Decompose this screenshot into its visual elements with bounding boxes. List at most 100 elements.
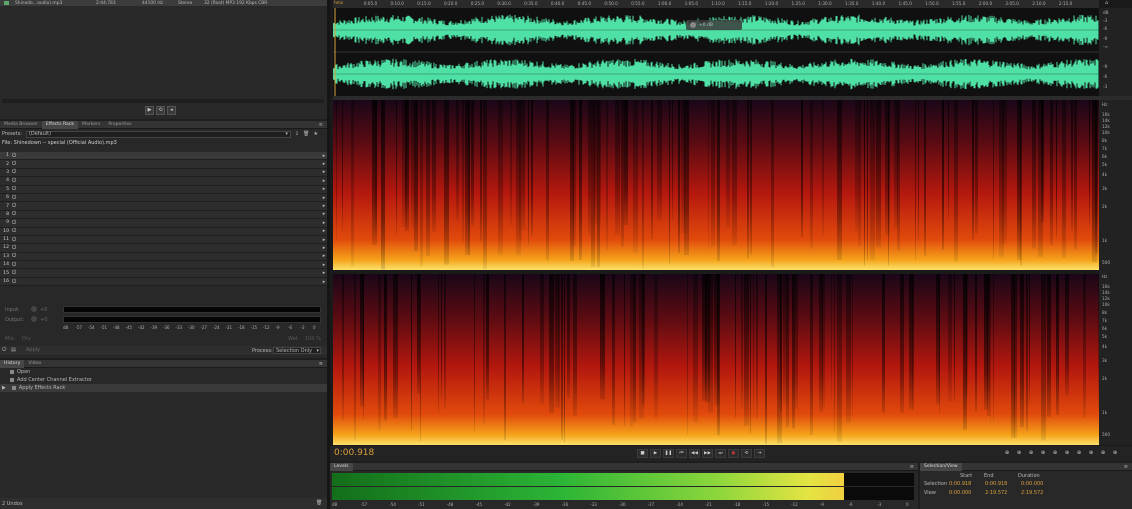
files-scrollbar[interactable] — [2, 99, 324, 103]
effect-slot[interactable]: 5 ⏻ ▸ — [0, 185, 327, 194]
skip-icon[interactable]: ⇥ — [754, 449, 765, 458]
effect-slot[interactable]: 6 ⏻ ▸ — [0, 193, 327, 203]
power-icon[interactable]: ⏻ — [11, 211, 17, 217]
effect-slot[interactable]: 12 ⏻ ▸ — [0, 244, 327, 253]
effect-slot[interactable]: 15 ⏻ ▸ — [0, 269, 327, 278]
volume-hud[interactable]: +0 dB — [686, 20, 742, 30]
power-icon[interactable]: ⏻ — [11, 253, 17, 259]
effect-slot[interactable]: 4 ⏻ ▸ — [0, 177, 327, 186]
power-icon[interactable]: ⏻ — [11, 245, 17, 251]
effect-slot[interactable]: 2 ⏻ ▸ — [0, 160, 327, 169]
power-icon[interactable]: ⏻ — [11, 178, 17, 184]
record-icon[interactable]: ● — [728, 449, 739, 458]
panel-menu-icon[interactable]: ≡ — [319, 122, 323, 128]
pin-icon[interactable]: ⌂ — [1105, 0, 1108, 6]
zoom-selection-icon[interactable]: ⊕ — [1086, 449, 1096, 458]
volume-knob-icon[interactable] — [690, 22, 696, 28]
file-row[interactable]: Shinedo…audio).mp3 2:44.783 44100 Hz Ste… — [0, 0, 327, 6]
tab-history[interactable]: History — [0, 359, 25, 368]
apply-button[interactable]: Apply — [26, 347, 40, 353]
loop-icon[interactable]: ⟲ — [156, 106, 165, 115]
history-item[interactable]: Add Center Channel Extractor — [0, 376, 327, 384]
tab-effects-rack[interactable]: Effects Rack — [41, 120, 79, 129]
volume-value[interactable]: +0 dB — [699, 23, 713, 28]
zoom-out-icon[interactable]: ⊕ — [1038, 449, 1048, 458]
effect-slot[interactable]: 14 ⏻ ▸ — [0, 261, 327, 270]
power-icon[interactable]: ⏻ — [11, 262, 17, 268]
power-icon[interactable]: ⏻ — [11, 186, 17, 192]
go-to-end-icon[interactable]: ⏭ — [715, 449, 726, 458]
tab-selection-view[interactable]: Selection/View — [920, 462, 962, 471]
power-icon[interactable]: ⏻ — [11, 161, 17, 167]
effect-slot[interactable]: 7 ⏻ ▸ — [0, 202, 327, 211]
tab-media-browser[interactable]: Media Browser — [0, 121, 42, 129]
power-icon[interactable]: ⏻ — [11, 270, 17, 276]
history-item[interactable]: Open — [0, 368, 327, 376]
effect-slot[interactable]: 13 ⏻ ▸ — [0, 252, 327, 262]
tab-properties[interactable]: Properties — [104, 121, 135, 129]
view-duration[interactable]: 2:19.572 — [1021, 490, 1043, 496]
time-ruler[interactable]: 0:05.0 0:10.0 0:15.0 0:20.0 0:25.0 0:30.0 0:35… — [333, 0, 1099, 8]
zoom-in-amp-icon[interactable]: ⊕ — [1002, 449, 1012, 458]
zoom-in-icon[interactable]: ⊕ — [1026, 449, 1036, 458]
presets-row: Presets: (Default) ▾ ⇩ 🗑 ★ — [0, 129, 327, 139]
current-time[interactable]: 0:00.918 — [334, 448, 374, 458]
rack-power-icon[interactable]: ⏻ — [2, 347, 6, 354]
effect-slot[interactable]: 10 ⏻ ▸ — [0, 227, 327, 236]
power-icon[interactable]: ⏻ — [11, 153, 17, 159]
save-preset-icon[interactable]: ⇩ — [295, 131, 299, 137]
selection-duration[interactable]: 0:00.000 — [1021, 481, 1043, 487]
effect-slot[interactable]: 11 ⏻ ▸ — [0, 235, 327, 245]
fast-forward-icon[interactable]: ▶▶ — [702, 449, 713, 458]
effect-slot[interactable]: 3 ⏻ ▸ — [0, 168, 327, 178]
trash-icon[interactable]: 🗑 — [316, 500, 322, 506]
zoom-out-point-icon[interactable]: ⊕ — [1074, 449, 1084, 458]
input-db[interactable]: +0 — [40, 307, 47, 313]
go-to-start-icon[interactable]: ⏮ — [676, 449, 687, 458]
history-item-current[interactable]: ▶ Apply Effects Rack — [0, 384, 327, 392]
effect-slot[interactable]: 16 ⏻ ▸ — [0, 277, 327, 287]
output-db[interactable]: +0 — [40, 317, 47, 323]
effect-slot[interactable]: 9 ⏻ ▸ — [0, 219, 327, 228]
insert-icon[interactable]: ▤ — [11, 347, 16, 353]
zoom-out-amp-icon[interactable]: ⊕ — [1014, 449, 1024, 458]
selection-end[interactable]: 0:00.918 — [985, 481, 1007, 487]
power-icon[interactable]: ⏻ — [11, 220, 17, 226]
process-dropdown[interactable]: Selection Only ▾ — [273, 347, 321, 354]
power-icon[interactable]: ⏻ — [11, 203, 17, 209]
selection-start[interactable]: 0:00.918 — [949, 481, 971, 487]
output-knob[interactable] — [31, 316, 37, 322]
pause-icon[interactable]: ❚❚ — [663, 449, 674, 458]
autoplay-icon[interactable]: ◂ — [167, 106, 176, 115]
presets-dropdown[interactable]: (Default) ▾ — [25, 130, 291, 138]
input-knob[interactable] — [31, 306, 37, 312]
play-icon[interactable]: ▶ — [145, 106, 154, 115]
view-end[interactable]: 2:19.572 — [985, 490, 1007, 496]
zoom-in-point-icon[interactable]: ⊕ — [1062, 449, 1072, 458]
power-icon[interactable]: ⏻ — [11, 169, 17, 175]
tab-video[interactable]: Video — [24, 360, 45, 368]
play-icon[interactable]: ▶ — [650, 449, 661, 458]
tab-markers[interactable]: Markers — [78, 121, 104, 129]
effect-slot[interactable]: 8 ⏻ ▸ — [0, 210, 327, 220]
rewind-icon[interactable]: ◀◀ — [689, 449, 700, 458]
panel-menu-icon[interactable]: ≡ — [1124, 464, 1128, 470]
stop-icon[interactable]: ■ — [637, 449, 648, 458]
zoom-full-icon[interactable]: ⊕ — [1050, 449, 1060, 458]
power-icon[interactable]: ⏻ — [11, 228, 17, 234]
view-start[interactable]: 0:00.000 — [949, 490, 971, 496]
zoom-out-vertical-icon[interactable]: ⊕ — [1110, 449, 1120, 458]
spectral-display[interactable] — [333, 100, 1103, 445]
panel-menu-icon[interactable]: ≡ — [319, 361, 323, 367]
power-icon[interactable]: ⏻ — [11, 195, 17, 201]
favorite-icon[interactable]: ★ — [313, 131, 317, 137]
power-icon[interactable]: ⏻ — [11, 279, 17, 285]
zoom-in-vertical-icon[interactable]: ⊕ — [1098, 449, 1108, 458]
tab-levels[interactable]: Levels — [330, 462, 353, 471]
loop-icon[interactable]: ⟲ — [741, 449, 752, 458]
power-icon[interactable]: ⏻ — [11, 237, 17, 243]
mix-value[interactable]: 100 % — [305, 336, 321, 342]
effect-slot[interactable]: 1 ⏻ ▸ — [0, 152, 327, 161]
delete-preset-icon[interactable]: 🗑 — [303, 131, 309, 137]
panel-menu-icon[interactable]: ≡ — [910, 464, 914, 470]
